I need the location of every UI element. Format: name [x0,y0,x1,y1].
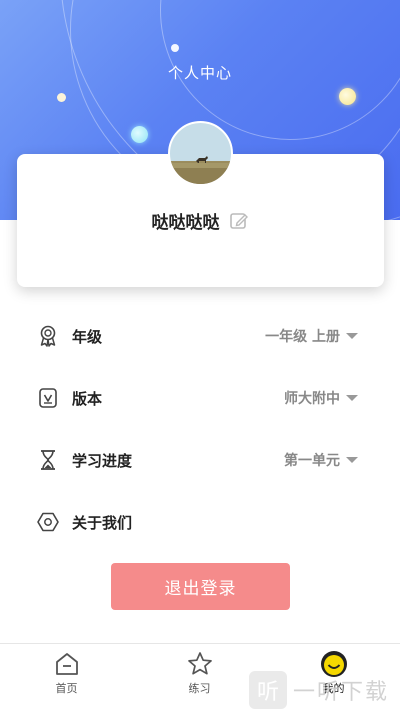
tab-home[interactable]: 首页 [0,644,133,711]
menu-item-about[interactable]: 关于我们 [0,491,400,553]
page-title: 个人中心 [167,64,232,82]
chevron-down-icon[interactable] [346,333,358,339]
hexagon-icon [36,510,60,534]
menu-item-grade[interactable]: 年级 一年级 上册 [0,305,400,367]
medal-icon [36,324,60,348]
menu-item-version[interactable]: 版本 师大附中 [0,367,400,429]
menu-item-label: 版本 [72,389,103,408]
watermark: 听 一听下载 [238,669,400,711]
menu-item-label: 学习进度 [72,451,133,470]
star-icon [186,650,214,678]
menu-item-value: 一年级 上册 [265,329,340,345]
decorative-dot [171,44,179,52]
chevron-down-icon[interactable] [346,395,358,401]
menu-item-label: 年级 [72,327,103,346]
menu-item-value: 师大附中 [284,391,340,407]
watermark-logo: 听 [248,671,287,709]
menu-item-value: 第一单元 [284,453,340,469]
username-row: 哒哒哒哒 [0,208,400,233]
decorative-bubble [131,126,148,143]
hourglass-icon [36,448,60,472]
decorative-bubble [339,88,356,105]
chevron-down-icon[interactable] [346,457,358,463]
tab-label: 首页 [55,682,78,695]
edit-icon[interactable] [229,211,249,231]
avatar-landscape-icon [170,156,231,184]
avatar[interactable] [168,121,233,186]
logout-button[interactable]: 退出登录 [111,563,290,610]
menu-item-label: 关于我们 [72,513,133,532]
home-icon [53,650,81,678]
username: 哒哒哒哒 [151,213,220,233]
menu-item-progress[interactable]: 学习进度 第一单元 [0,429,400,491]
decorative-dot [57,93,66,102]
watermark-text: 一听下载 [292,680,389,705]
version-icon [36,386,60,410]
